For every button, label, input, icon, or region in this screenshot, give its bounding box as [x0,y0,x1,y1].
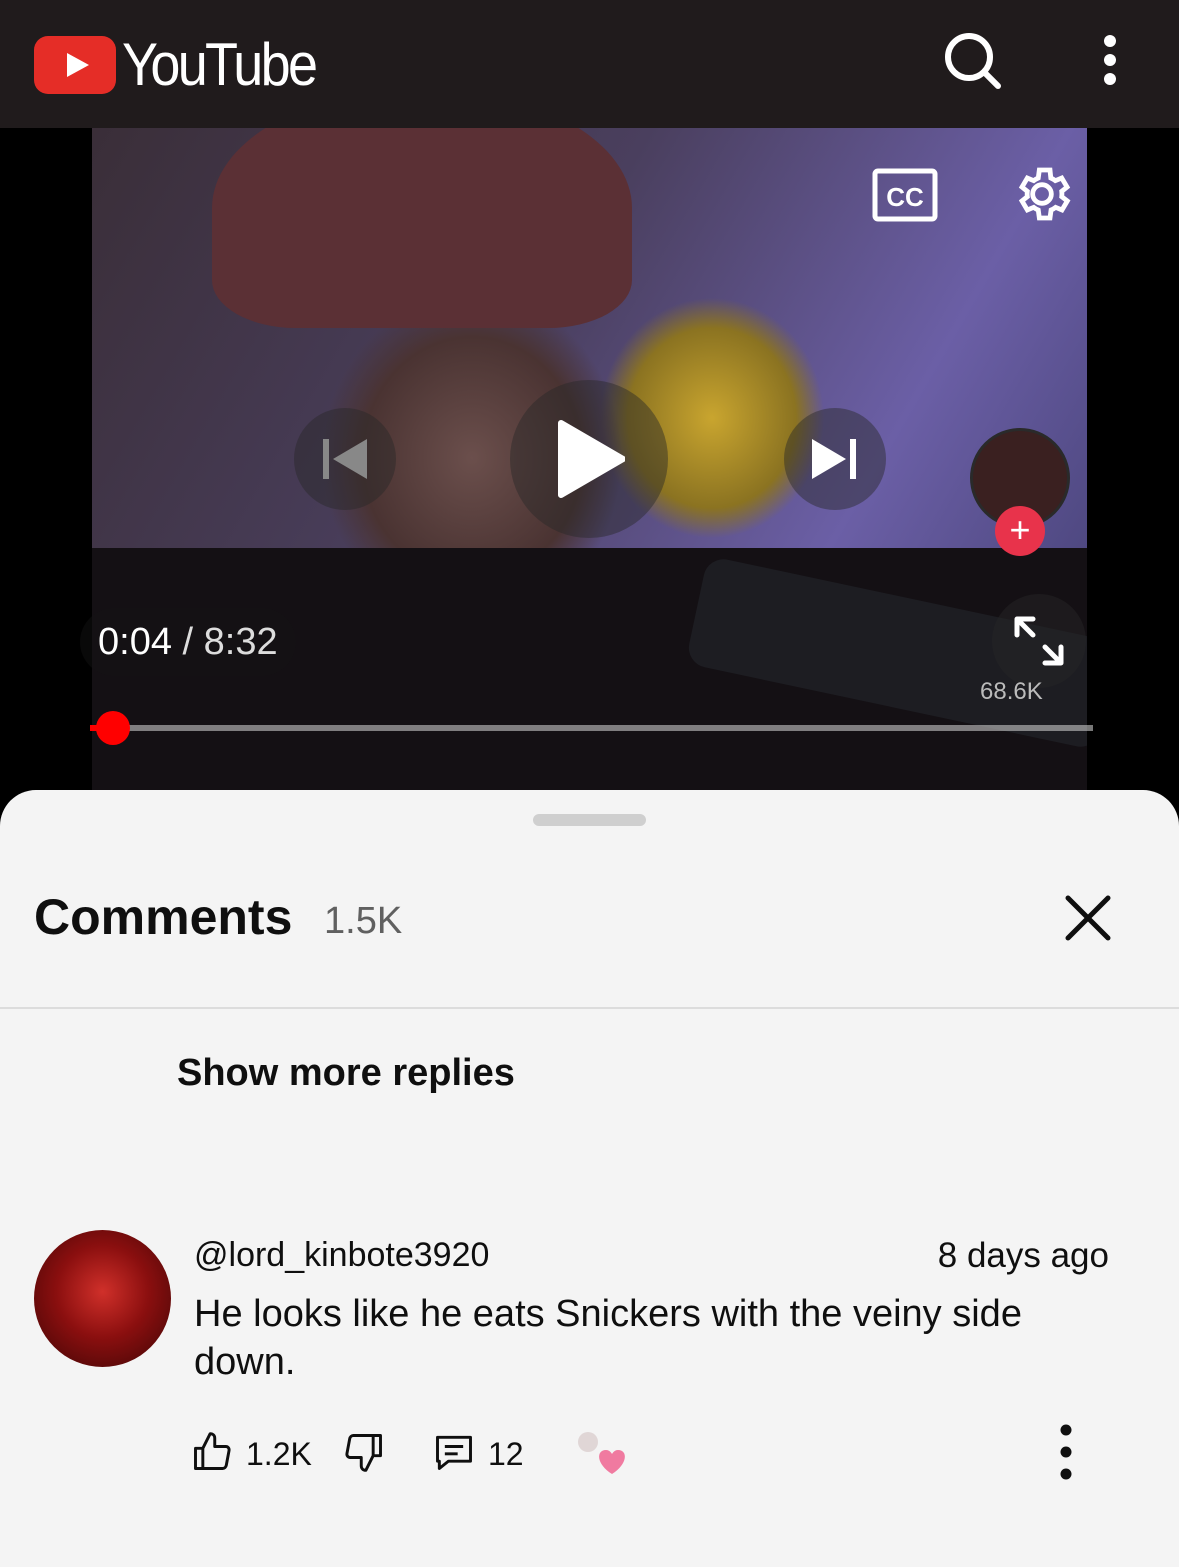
comments-sheet: Comments 1.5K Show more replies @lord_ki… [0,790,1179,1567]
cc-icon[interactable]: CC [872,168,938,224]
comments-title: Comments [34,889,293,945]
youtube-logo[interactable]: YouTube [34,30,337,99]
fullscreen-button[interactable] [992,594,1086,688]
sheet-drag-handle[interactable] [533,814,646,826]
play-button[interactable] [510,380,668,538]
next-button[interactable] [784,408,886,510]
close-icon[interactable] [1058,888,1118,948]
comments-count: 1.5K [324,900,403,942]
previous-icon [323,439,367,479]
search-icon[interactable] [940,28,1004,92]
youtube-play-icon [34,35,116,94]
current-time: 0:04 [98,621,172,663]
fullscreen-icon [1014,616,1064,666]
show-more-replies-button[interactable]: Show more replies [177,1052,515,1095]
app-name: YouTube [122,31,318,98]
overlay-like-count: 68.6K [980,678,1043,705]
more-vert-icon[interactable] [1078,28,1142,92]
comment-author[interactable]: @lord_kinbote3920 [194,1236,489,1275]
comment-time: 8 days ago [937,1236,1109,1275]
settings-icon[interactable] [1010,162,1074,226]
creator-heart-icon [578,1432,625,1474]
like-count: 1.2K [246,1436,312,1472]
follow-plus-icon: + [995,506,1045,556]
svg-text:CC: CC [886,182,924,212]
like-icon[interactable] [190,1430,234,1474]
time-separator: / [171,621,204,663]
commenter-avatar[interactable] [34,1230,171,1367]
progress-bar[interactable] [90,711,1093,745]
app-header: YouTube [0,0,1179,128]
scrubber-handle[interactable] [96,711,131,745]
previous-button[interactable] [294,408,396,510]
reply-count: 12 [488,1436,524,1472]
page: YouTube CC + 0:04 / 8:32 68.6K Comments … [0,0,1179,1567]
video-content [212,128,632,328]
divider [0,1007,1179,1009]
duration: 8:32 [203,621,278,663]
video-player[interactable]: CC + 0:04 / 8:32 68.6K [0,128,1179,828]
next-icon [812,439,856,479]
time-display: 0:04 / 8:32 [80,608,296,676]
reply-icon[interactable] [432,1430,476,1474]
dislike-icon[interactable] [342,1430,386,1474]
play-icon [558,420,625,498]
comment-text: He looks like he eats Snickers with the … [194,1293,1022,1383]
comment-menu-icon[interactable] [1044,1422,1088,1482]
